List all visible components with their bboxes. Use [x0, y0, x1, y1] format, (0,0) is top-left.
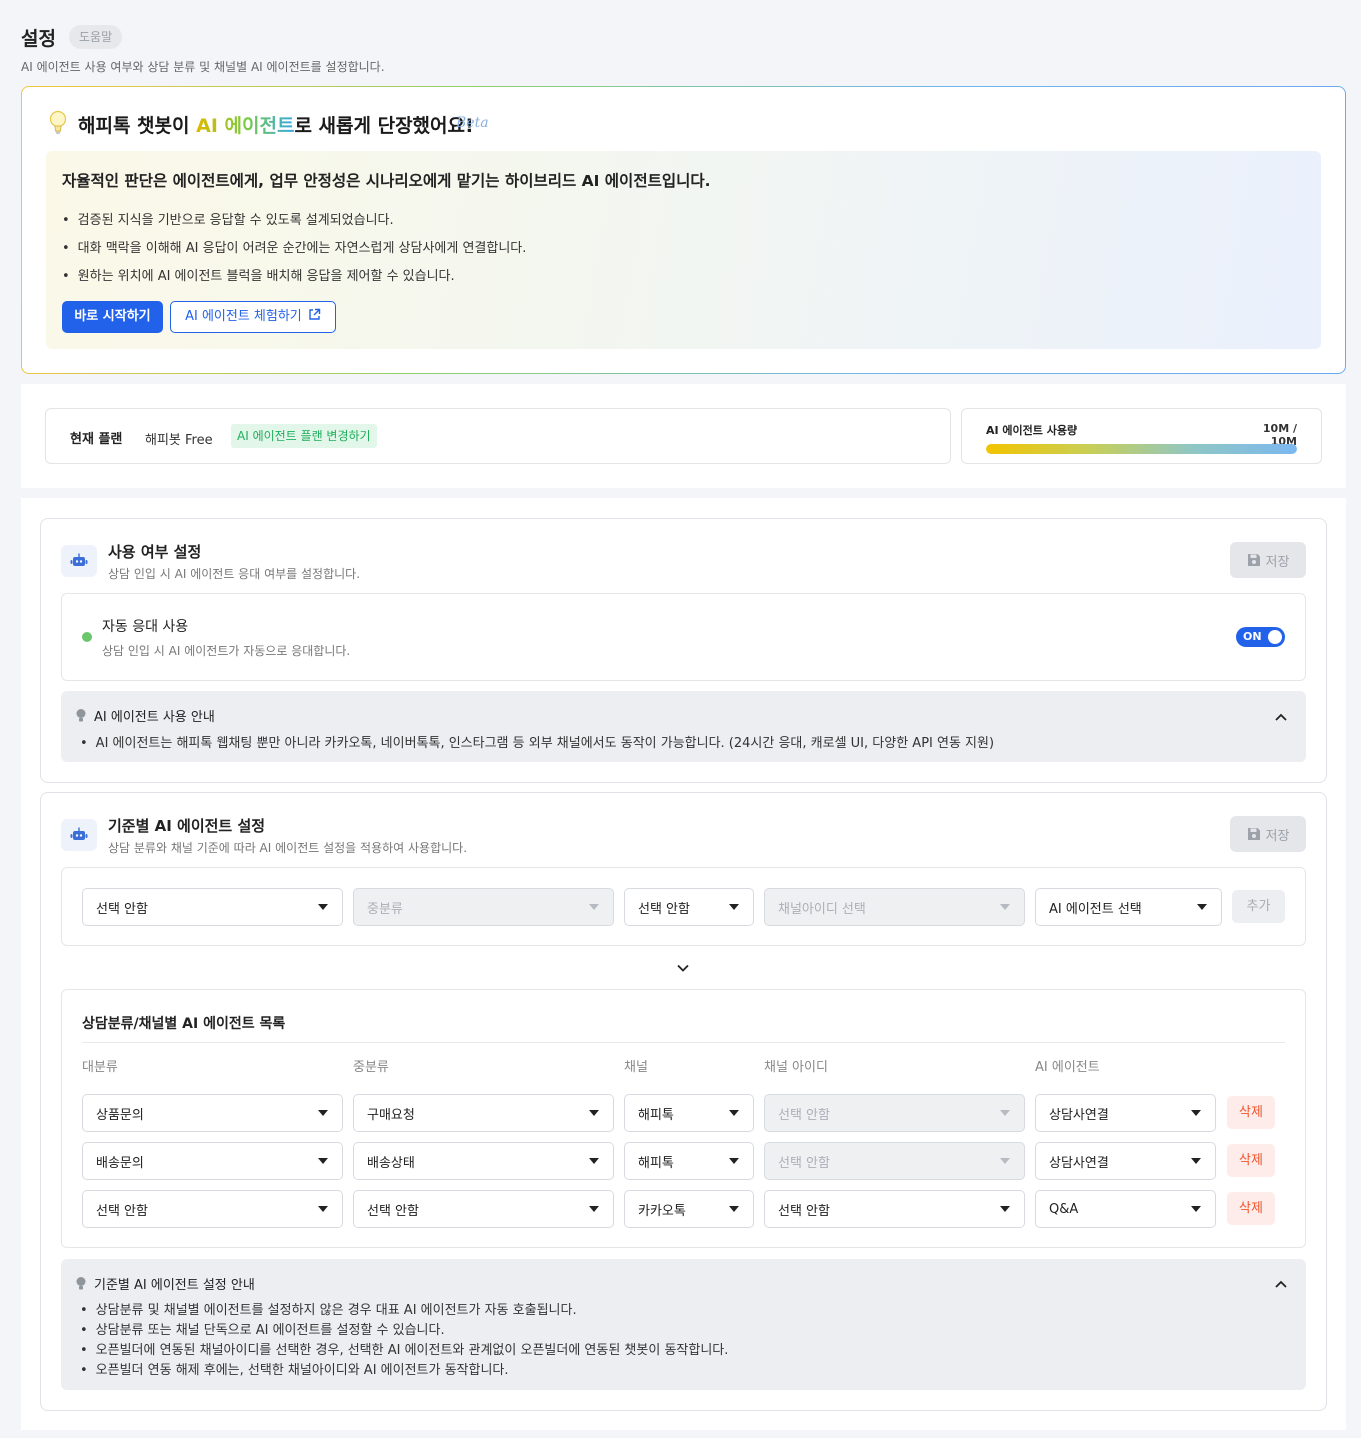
usage-section-desc: 상담 인입 시 AI 에이전트 응대 여부를 설정합니다. [108, 567, 361, 581]
row-major-select[interactable]: 상품문의 [82, 1094, 343, 1132]
auto-reply-title: 자동 응대 사용 [102, 619, 189, 635]
caret-down-icon [589, 1110, 599, 1116]
row-agent-select[interactable]: Q&A [1035, 1190, 1216, 1228]
major-category-select[interactable]: 선택 안함 [82, 888, 343, 926]
start-now-button[interactable]: 바로 시작하기 [62, 301, 163, 333]
beta-badge: Beta [456, 115, 489, 131]
add-button[interactable]: 추가 [1232, 890, 1285, 923]
caret-down-icon [1000, 1206, 1010, 1212]
collapse-chevron-icon[interactable] [1274, 710, 1288, 724]
column-header: 채널 [624, 1060, 648, 1075]
usage-info-title: AI 에이전트 사용 안내 [75, 706, 215, 725]
auto-reply-desc: 상담 인입 시 AI 에이전트가 자동으로 응대합니다. [102, 644, 351, 658]
promo-bullet: 대화 맥락을 이해해 AI 응답이 어려운 순간에는 자연스럽게 상담사에게 연… [62, 237, 527, 256]
change-plan-link[interactable]: AI 에이전트 플랜 변경하기 [231, 424, 377, 448]
row-channel-select[interactable]: 카카오톡 [624, 1190, 754, 1228]
divider [82, 1042, 1285, 1043]
page-description: AI 에이전트 사용 여부와 상담 분류 및 채널별 AI 에이전트를 설정합니… [21, 60, 385, 74]
column-header: 대분류 [82, 1060, 118, 1075]
criteria-info-item: 상담분류 및 채널별 에이전트를 설정하지 않은 경우 대표 AI 에이전트가 … [80, 1299, 577, 1318]
promo-bullet: 원하는 위치에 AI 에이전트 블럭을 배치해 응답을 제어할 수 있습니다. [62, 265, 455, 284]
criteria-info-title: 기준별 AI 에이전트 설정 안내 [75, 1274, 255, 1293]
promo-lead: 자율적인 판단은 에이전트에게, 업무 안정성은 시나리오에게 맡기는 하이브리… [62, 172, 711, 190]
criteria-info-item: 오픈빌더 연동 해제 후에는, 선택한 채널아이디와 AI 에이전트가 동작합니… [80, 1359, 509, 1378]
caret-down-icon [1191, 1110, 1201, 1116]
row-channel-select[interactable]: 해피톡 [624, 1142, 754, 1180]
channel-select[interactable]: 선택 안함 [624, 888, 754, 926]
caret-down-icon [1000, 1158, 1010, 1164]
chevron-down-icon[interactable] [676, 961, 690, 975]
robot-icon [61, 545, 97, 577]
channel-id-select[interactable]: 채널아이디 선택 [764, 888, 1025, 926]
promo-bullet: 검증된 지식을 기반으로 응답할 수 있도록 설계되었습니다. [62, 209, 394, 228]
agent-list-title: 상담분류/채널별 AI 에이전트 목록 [82, 1016, 286, 1032]
row-agent-select[interactable]: 상담사연결 [1035, 1142, 1216, 1180]
agent-select[interactable]: AI 에이전트 선택 [1035, 888, 1222, 926]
collapse-chevron-icon[interactable] [1274, 1277, 1288, 1291]
promo-title-highlight: AI 에이전트 [196, 115, 295, 137]
criteria-save-button[interactable]: 저장 [1230, 816, 1306, 852]
caret-down-icon [318, 1206, 328, 1212]
help-button[interactable]: 도움말 [69, 25, 123, 49]
column-header: 채널 아이디 [764, 1060, 828, 1075]
caret-down-icon [1191, 1158, 1201, 1164]
usage-section-title: 사용 여부 설정 [108, 543, 202, 561]
column-header: AI 에이전트 [1035, 1060, 1100, 1075]
usage-save-button[interactable]: 저장 [1230, 542, 1306, 578]
external-link-icon [309, 308, 321, 320]
row-channel-id-select[interactable]: 선택 안함 [764, 1094, 1025, 1132]
criteria-info-item: 상담분류 또는 채널 단독으로 AI 에이전트를 설정할 수 있습니다. [80, 1319, 445, 1338]
auto-reply-toggle[interactable]: ON [1236, 627, 1285, 647]
caret-down-icon [318, 904, 328, 910]
caret-down-icon [729, 1158, 739, 1164]
caret-down-icon [318, 1110, 328, 1116]
criteria-section-title: 기준별 AI 에이전트 설정 [108, 817, 266, 835]
usage-progress-fill [986, 444, 1297, 454]
usage-info-item: AI 에이전트는 해피톡 웹채팅 뿐만 아니라 카카오톡, 네이버톡톡, 인스타… [80, 732, 994, 751]
try-agent-button[interactable]: AI 에이전트 체험하기 [170, 301, 336, 333]
caret-down-icon [1197, 904, 1207, 910]
caret-down-icon [729, 1110, 739, 1116]
robot-icon [61, 819, 97, 851]
usage-info-box [61, 691, 1306, 762]
auto-reply-box [61, 593, 1306, 681]
plan-label: 현재 플랜 [70, 432, 123, 447]
row-minor-select[interactable]: 구매요청 [353, 1094, 614, 1132]
row-channel-select[interactable]: 해피톡 [624, 1094, 754, 1132]
status-dot [82, 632, 92, 642]
delete-button[interactable]: 삭제 [1227, 1144, 1275, 1177]
lightbulb-icon [76, 709, 86, 722]
delete-button[interactable]: 삭제 [1227, 1192, 1275, 1225]
caret-down-icon [318, 1158, 328, 1164]
usage-progress-bar [986, 444, 1297, 454]
caret-down-icon [729, 1206, 739, 1212]
save-icon [1247, 828, 1260, 840]
lightbulb-icon [76, 1277, 86, 1290]
row-major-select[interactable]: 배송문의 [82, 1142, 343, 1180]
plan-name: 해피봇 Free [145, 433, 213, 448]
caret-down-icon [1000, 904, 1010, 910]
caret-down-icon [589, 1158, 599, 1164]
caret-down-icon [1000, 1110, 1010, 1116]
usage-label: AI 에이전트 사용량 [986, 424, 1078, 437]
criteria-section-desc: 상담 분류와 채널 기준에 따라 AI 에이전트 설정을 적용하여 사용합니다. [108, 841, 468, 855]
row-minor-select[interactable]: 배송상태 [353, 1142, 614, 1180]
save-icon [1247, 554, 1260, 566]
caret-down-icon [1191, 1206, 1201, 1212]
row-minor-select[interactable]: 선택 안함 [353, 1190, 614, 1228]
minor-category-select[interactable]: 중분류 [353, 888, 614, 926]
lightbulb-icon [49, 110, 67, 134]
delete-button[interactable]: 삭제 [1227, 1096, 1275, 1129]
caret-down-icon [729, 904, 739, 910]
caret-down-icon [589, 1206, 599, 1212]
row-channel-id-select[interactable]: 선택 안함 [764, 1142, 1025, 1180]
caret-down-icon [589, 904, 599, 910]
column-header: 중분류 [353, 1060, 389, 1075]
promo-title: 해피톡 챗봇이 AI 에이전트로 새롭게 단장했어요! [78, 115, 474, 137]
row-channel-id-select[interactable]: 선택 안함 [764, 1190, 1025, 1228]
page-title: 설정 [21, 28, 56, 50]
criteria-info-item: 오픈빌더에 연동된 채널아이디를 선택한 경우, 선택한 AI 에이전트와 관계… [80, 1339, 729, 1358]
row-agent-select[interactable]: 상담사연결 [1035, 1094, 1216, 1132]
row-major-select[interactable]: 선택 안함 [82, 1190, 343, 1228]
